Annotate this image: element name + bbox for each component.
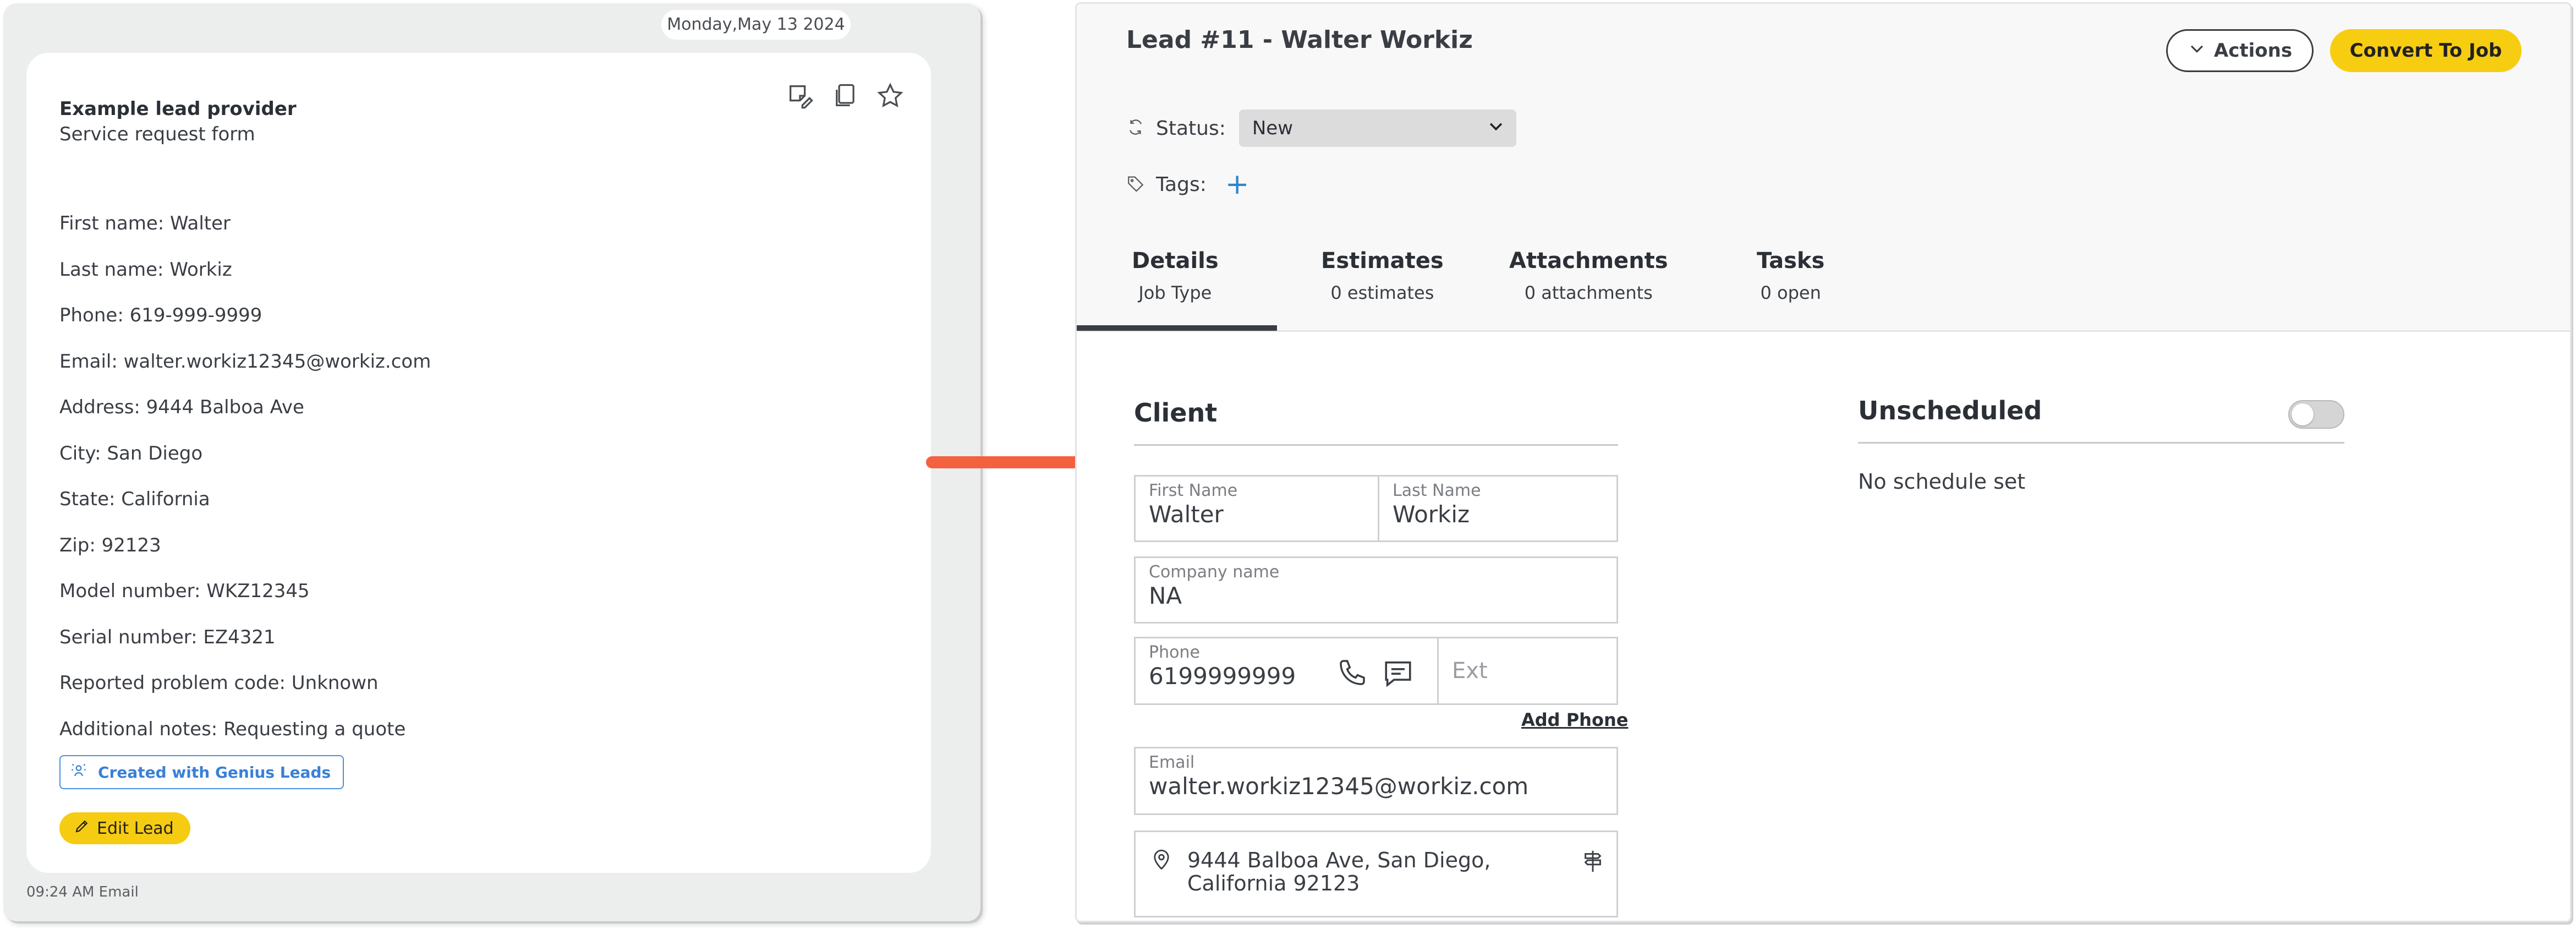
edit-lead-button[interactable]: Edit Lead (59, 812, 190, 844)
address-line-1: 9444 Balboa Ave, San Diego, (1187, 848, 1491, 872)
status-dropdown[interactable]: New (1238, 110, 1516, 147)
last-name-field[interactable]: Last Name Workiz (1379, 477, 1618, 540)
schedule-divider (1858, 442, 2344, 444)
unscheduled-title: Unscheduled (1858, 396, 2042, 425)
status-row: Status: New (1126, 110, 1516, 147)
field-first-name: First name: Walter (59, 212, 231, 234)
date-chip: Monday,May 13 2024 (661, 10, 851, 40)
phone-value: 6199999999 (1149, 663, 1296, 690)
tab-sub: 0 estimates (1330, 282, 1434, 303)
lead-card: Example lead provider Service request fo… (26, 53, 931, 873)
pencil-icon (74, 818, 90, 839)
address-text: 9444 Balboa Ave, San Diego, California 9… (1187, 849, 1490, 895)
tab-details[interactable]: Details Job Type (1132, 248, 1219, 303)
form-fields: First name: Walter Last name: Workiz Pho… (59, 212, 431, 764)
field-phone: Phone: 619-999-9999 (59, 304, 262, 326)
add-phone-link[interactable]: Add Phone (1521, 709, 1628, 730)
tab-tasks[interactable]: Tasks 0 open (1757, 248, 1824, 303)
tab-estimates[interactable]: Estimates 0 estimates (1321, 248, 1444, 303)
tag-icon (1126, 174, 1145, 195)
note-edit-icon[interactable] (786, 81, 814, 112)
directions-signpost-icon[interactable] (1580, 849, 1605, 876)
card-actions (786, 81, 905, 112)
sms-icon[interactable] (1382, 657, 1414, 691)
company-label: Company name (1149, 562, 1280, 582)
chevron-down-icon (1487, 117, 1505, 140)
genius-badge-label: Created with Genius Leads (98, 763, 331, 782)
lead-title: Lead #11 - Walter Workiz (1126, 26, 1473, 54)
lead-detail-panel: Lead #11 - Walter Workiz Actions Convert… (1075, 2, 2572, 922)
chevron-down-icon (2188, 39, 2206, 63)
address-line-2: California 92123 (1187, 871, 1360, 895)
provider-name: Example lead provider (59, 98, 297, 120)
genius-leads-badge[interactable]: Created with Genius Leads (59, 755, 344, 789)
active-tab-indicator (1077, 325, 1277, 331)
phone-label: Phone (1149, 643, 1200, 662)
tags-row: Tags: + (1126, 170, 1249, 199)
field-last-name: Last name: Workiz (59, 258, 232, 281)
tab-label: Attachments (1509, 248, 1668, 274)
convert-to-job-button[interactable]: Convert To Job (2330, 29, 2522, 72)
status-label: Status: (1156, 117, 1226, 140)
field-address: Address: 9444 Balboa Ave (59, 396, 304, 418)
ext-placeholder: Ext (1452, 658, 1488, 684)
field-model-number: Model number: WKZ12345 (59, 580, 310, 602)
email-panel: Monday,May 13 2024 Example lead provider… (3, 3, 980, 921)
star-icon[interactable] (876, 81, 905, 112)
phone-icon[interactable] (1337, 657, 1368, 690)
field-email: Email: walter.workiz12345@workiz.com (59, 350, 431, 373)
field-serial-number: Serial number: EZ4321 (59, 626, 276, 648)
first-name-label: First Name (1149, 481, 1238, 500)
email-label: Email (1149, 753, 1195, 772)
provider-subtitle: Service request form (59, 123, 255, 145)
client-section-title: Client (1134, 398, 1218, 428)
message-time: 09:24 AM Email (26, 884, 139, 900)
sync-icon (1126, 118, 1145, 139)
edit-lead-label: Edit Lead (97, 818, 174, 838)
map-pin-icon (1150, 848, 1173, 873)
lead-header: Lead #11 - Walter Workiz Actions Convert… (1077, 4, 2570, 332)
phone-fields: Phone 6199999999 Ext (1134, 637, 1618, 705)
email-value: walter.workiz12345@workiz.com (1149, 773, 1529, 800)
field-city: City: San Diego (59, 442, 203, 465)
no-schedule-text: No schedule set (1858, 469, 2026, 494)
client-divider (1134, 444, 1618, 446)
sparkle-person-icon (69, 761, 88, 784)
tab-label: Estimates (1321, 248, 1444, 274)
tab-attachments[interactable]: Attachments 0 attachments (1509, 248, 1668, 303)
add-tag-button[interactable]: + (1225, 170, 1249, 199)
toggle-knob (2292, 403, 2314, 425)
ext-field[interactable]: Ext (1439, 638, 1618, 703)
tab-label: Details (1132, 248, 1219, 274)
field-zip: Zip: 92123 (59, 534, 161, 556)
last-name-label: Last Name (1393, 481, 1481, 500)
actions-label: Actions (2213, 40, 2293, 62)
tab-sub: 0 attachments (1524, 282, 1653, 303)
first-name-value: Walter (1149, 501, 1224, 528)
company-value: NA (1149, 582, 1182, 609)
copy-icon[interactable] (831, 81, 859, 112)
field-state: State: California (59, 488, 210, 510)
tab-sub: Job Type (1138, 282, 1212, 303)
name-fields: First Name Walter Last Name Workiz (1134, 475, 1618, 542)
actions-button[interactable]: Actions (2166, 29, 2314, 72)
first-name-field[interactable]: First Name Walter (1136, 477, 1378, 540)
email-field[interactable]: Email walter.workiz12345@workiz.com (1134, 747, 1618, 815)
field-problem-code: Reported problem code: Unknown (59, 672, 379, 694)
last-name-value: Workiz (1393, 501, 1470, 528)
tags-label: Tags: (1156, 173, 1207, 196)
company-field[interactable]: Company name NA (1134, 556, 1618, 624)
schedule-toggle[interactable] (2288, 400, 2344, 429)
address-field[interactable]: 9444 Balboa Ave, San Diego, California 9… (1134, 830, 1618, 917)
tab-sub: 0 open (1760, 282, 1821, 303)
tab-label: Tasks (1757, 248, 1825, 274)
status-value: New (1252, 117, 1294, 139)
